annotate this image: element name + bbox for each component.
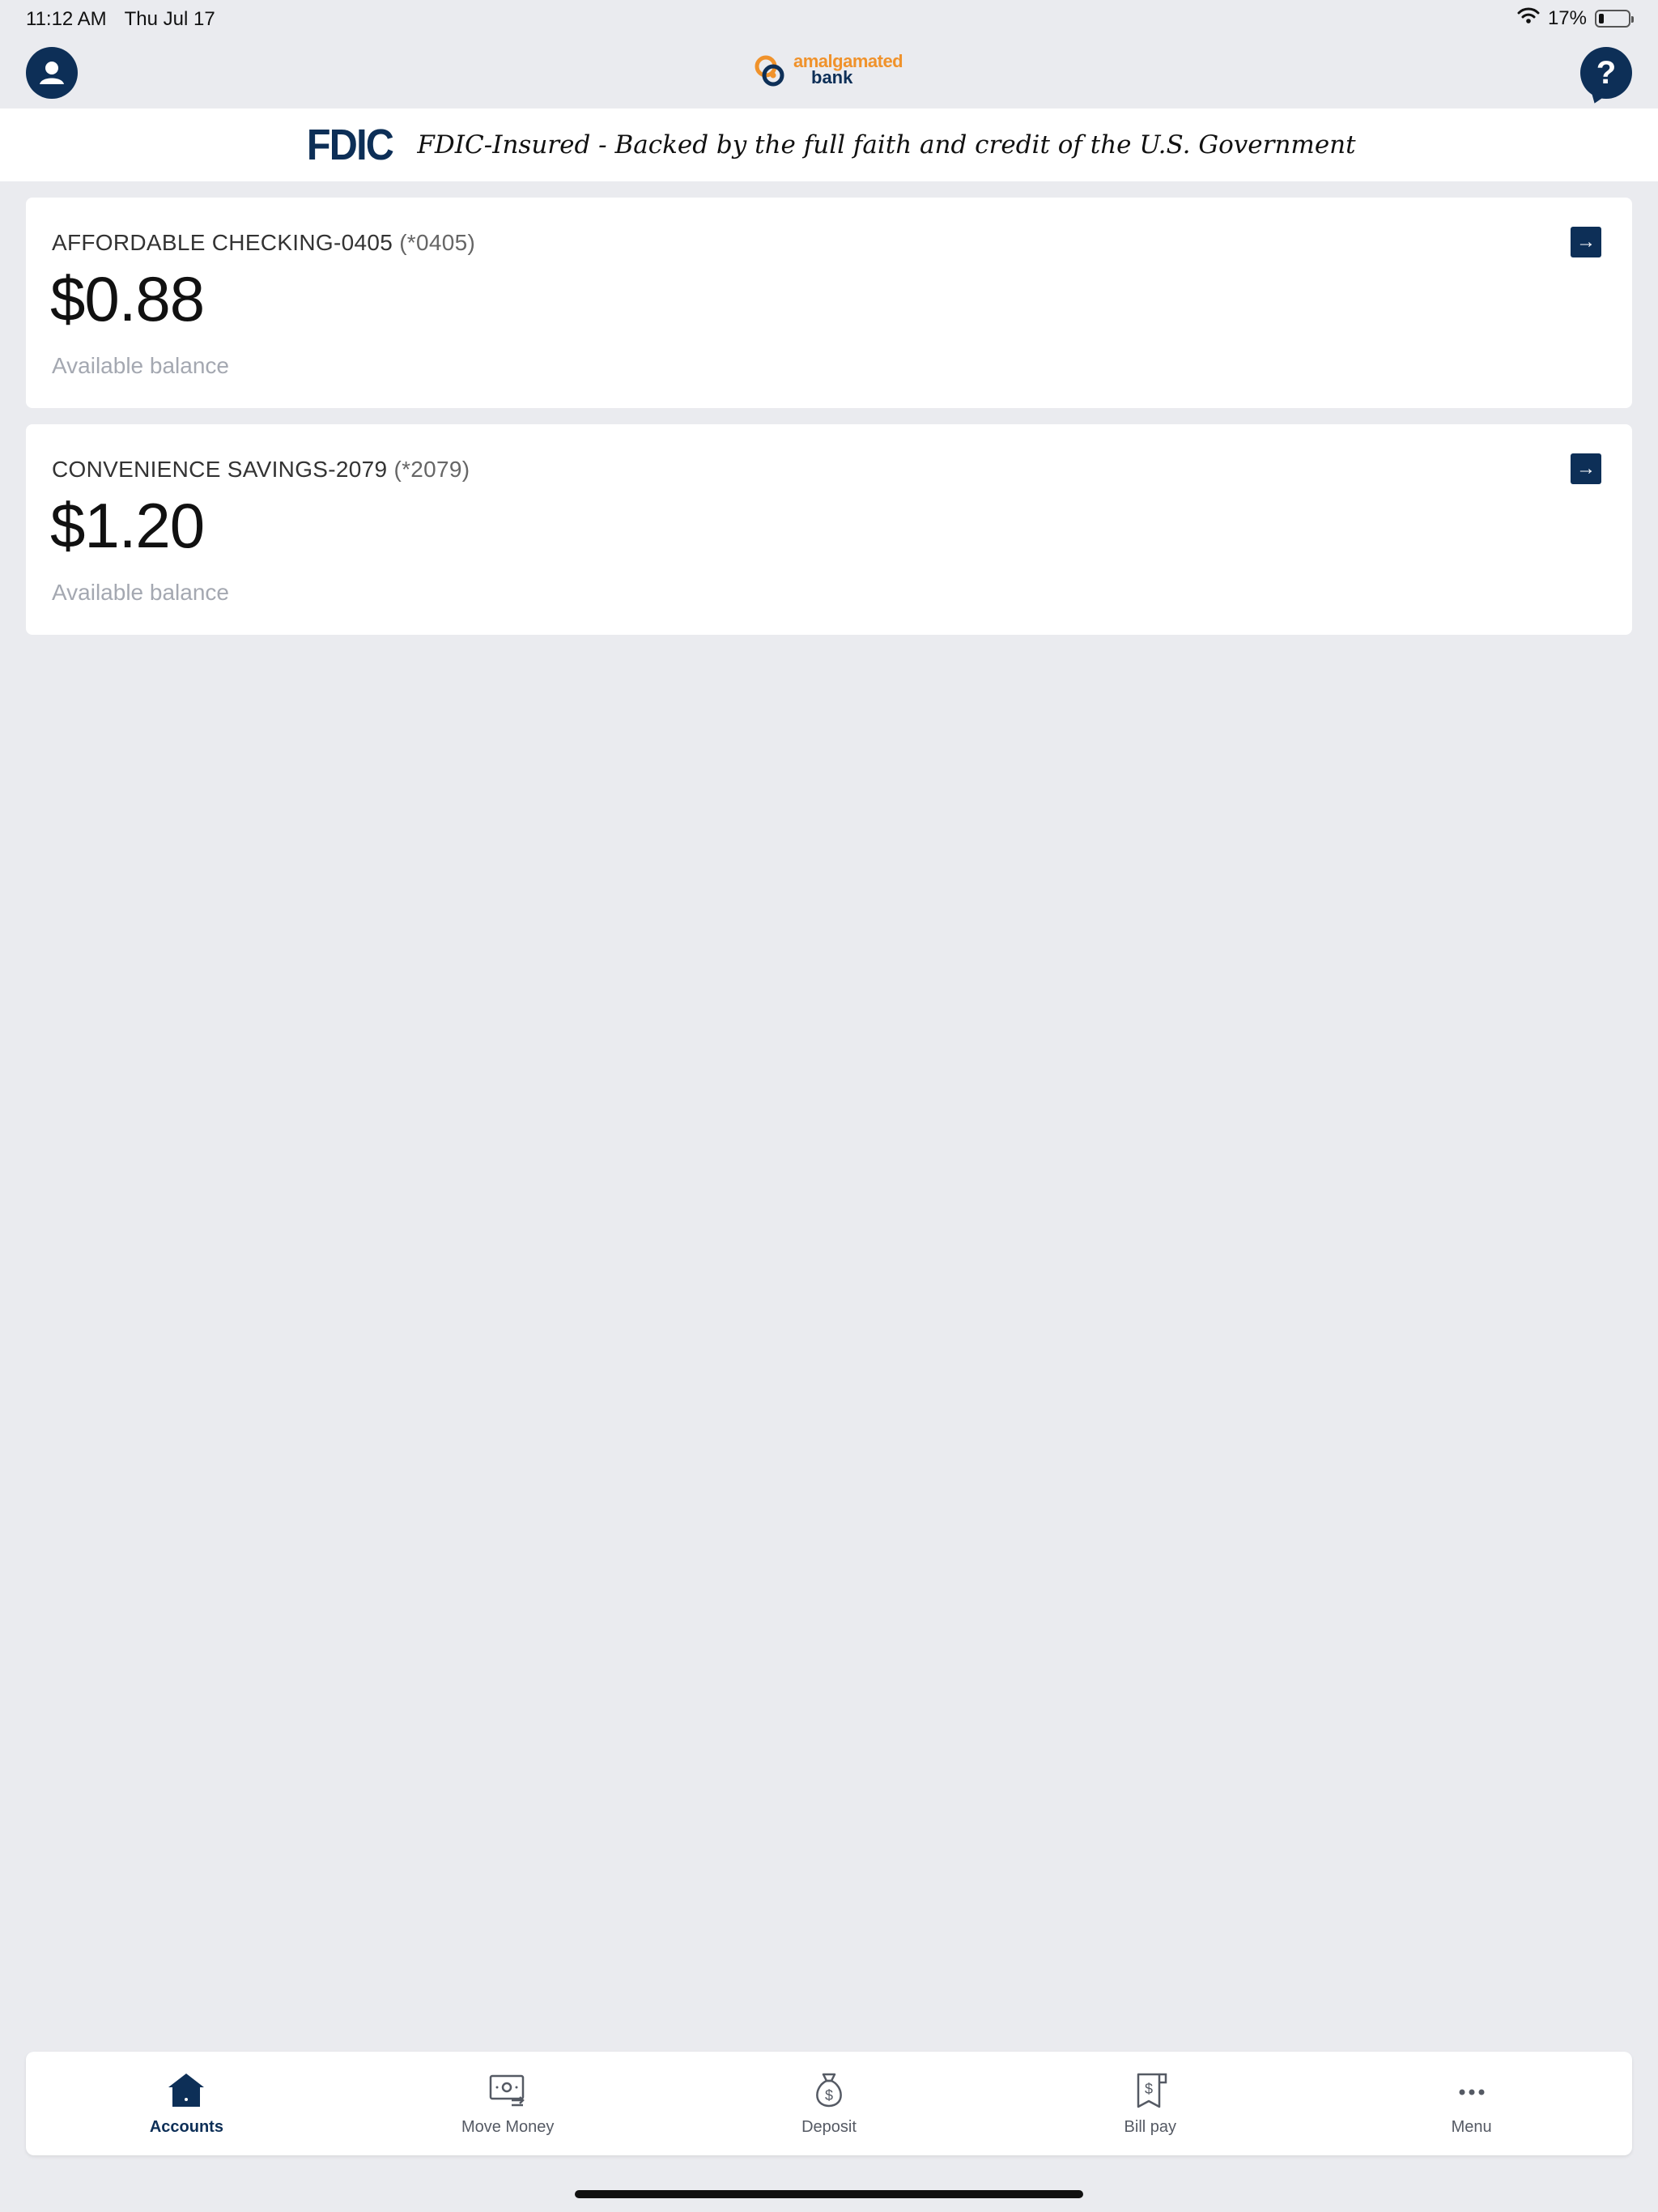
account-details-button[interactable]: → — [1571, 453, 1601, 484]
fdic-logo: FDIC — [307, 121, 394, 169]
tab-label: Deposit — [801, 2117, 857, 2136]
status-date: Thu Jul 17 — [124, 8, 215, 30]
fdic-banner: FDIC FDIC-Insured - Backed by the full f… — [0, 108, 1658, 181]
transfer-icon — [489, 2074, 525, 2106]
account-mask: (*2079) — [393, 457, 470, 482]
tab-label: Move Money — [461, 2117, 555, 2136]
status-time: 11:12 AM — [26, 8, 107, 30]
arrow-right-icon: → — [1576, 231, 1596, 253]
tab-bill-pay[interactable]: $ Bill pay — [989, 2052, 1311, 2155]
money-bag-icon: $ — [816, 2073, 842, 2107]
bank-logo: amalgamated bank — [753, 53, 903, 92]
tab-accounts[interactable]: Accounts — [26, 2052, 347, 2155]
tab-label: Menu — [1451, 2117, 1492, 2136]
account-card-savings[interactable]: CONVENIENCE SAVINGS-2079 (*2079) $1.20 A… — [26, 424, 1632, 635]
account-card-checking[interactable]: AFFORDABLE CHECKING-0405 (*0405) $0.88 A… — [26, 198, 1632, 408]
tab-deposit[interactable]: $ Deposit — [669, 2052, 990, 2155]
wifi-icon — [1517, 6, 1540, 30]
battery-fill — [1599, 13, 1604, 23]
balance-label: Available balance — [52, 580, 229, 605]
tab-label: Accounts — [149, 2117, 223, 2136]
user-icon — [40, 62, 64, 84]
fdic-notice: FDIC-Insured - Backed by the full faith … — [417, 130, 1356, 160]
account-title: CONVENIENCE SAVINGS-2079 (*2079) — [52, 457, 470, 483]
tab-bar: Accounts Move Money $ Deposit $ Bill pay — [26, 2052, 1632, 2155]
receipt-icon: $ — [1137, 2073, 1167, 2108]
home-indicator[interactable] — [575, 2190, 1083, 2198]
account-name: CONVENIENCE SAVINGS-2079 — [52, 457, 388, 482]
more-icon — [1459, 2089, 1485, 2095]
status-bar: 11:12 AM Thu Jul 17 17% — [0, 0, 1658, 37]
profile-button[interactable] — [26, 47, 78, 99]
help-button[interactable]: ? — [1580, 47, 1632, 99]
logo-text-line2: bank — [811, 67, 853, 87]
amalgamated-logo-icon — [755, 55, 784, 87]
battery-icon — [1595, 9, 1634, 28]
app-header: amalgamated bank ? — [0, 37, 1658, 108]
arrow-right-icon: → — [1576, 457, 1596, 479]
tab-menu[interactable]: Menu — [1311, 2052, 1632, 2155]
account-balance: $0.88 — [50, 263, 205, 334]
home-icon — [168, 2073, 205, 2107]
account-name: AFFORDABLE CHECKING-0405 — [52, 230, 393, 255]
account-title: AFFORDABLE CHECKING-0405 (*0405) — [52, 230, 475, 256]
account-details-button[interactable]: → — [1571, 227, 1601, 257]
account-mask: (*0405) — [399, 230, 476, 255]
battery-percent: 17% — [1547, 6, 1587, 29]
svg-text:$: $ — [1145, 2081, 1153, 2097]
account-balance: $1.20 — [50, 490, 205, 561]
help-icon: ? — [1596, 54, 1617, 91]
tab-label: Bill pay — [1124, 2117, 1177, 2136]
svg-text:$: $ — [825, 2087, 833, 2104]
tab-move-money[interactable]: Move Money — [347, 2052, 669, 2155]
balance-label: Available balance — [52, 353, 229, 378]
